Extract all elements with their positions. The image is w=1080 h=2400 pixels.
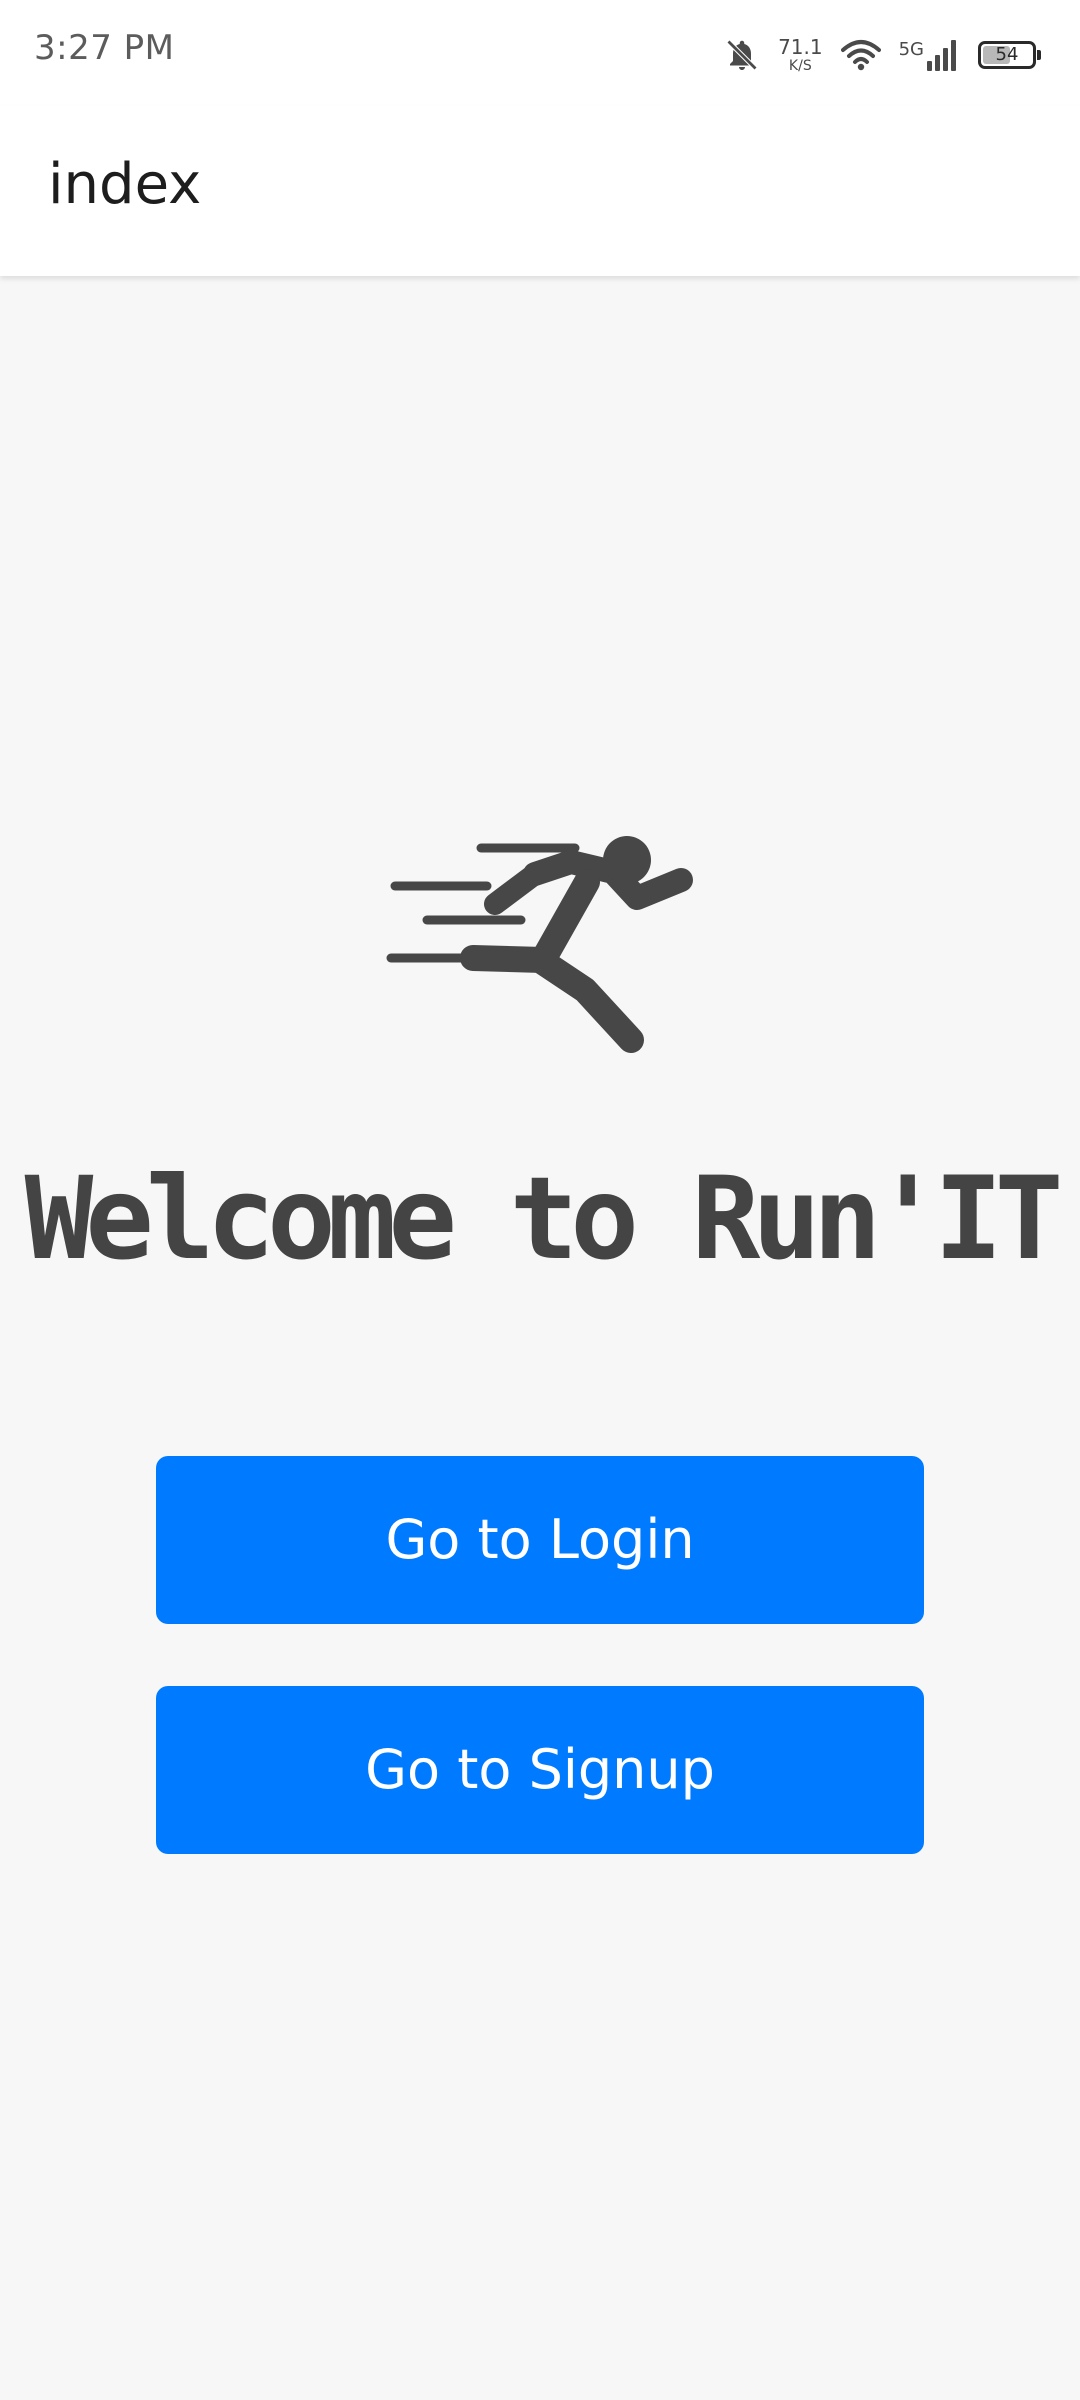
running-person-icon (386, 836, 693, 1053)
status-icons: 71.1 K/S 5G 54 (706, 30, 1041, 80)
cellular-indicator: 5G (899, 39, 960, 71)
page-title: index (48, 152, 202, 217)
status-bar: 3:27 PM 71.1 K/S 5G 54 (0, 0, 1080, 106)
welcome-heading: Welcome to Run'IT (24, 1152, 1064, 1285)
network-type: 5G (898, 39, 924, 60)
status-time: 3:27 PM (34, 28, 175, 68)
go-to-signup-button[interactable]: Go to Signup (156, 1686, 924, 1854)
battery-level: 54 (995, 44, 1019, 65)
main-content: Welcome to Run'IT Go to Login Go to Sign… (0, 276, 1080, 2400)
net-speed-unit: K/S (788, 58, 812, 74)
bell-off-icon (726, 39, 758, 71)
net-speed-indicator: 71.1 K/S (778, 37, 823, 73)
battery-icon: 54 (978, 41, 1041, 69)
battery-nub (1037, 50, 1041, 60)
app-bar: index (0, 106, 1080, 276)
wifi-icon (840, 40, 881, 71)
signal-bars-icon (927, 40, 956, 71)
go-to-login-button[interactable]: Go to Login (156, 1456, 924, 1624)
net-speed-value: 71.1 (778, 35, 823, 59)
